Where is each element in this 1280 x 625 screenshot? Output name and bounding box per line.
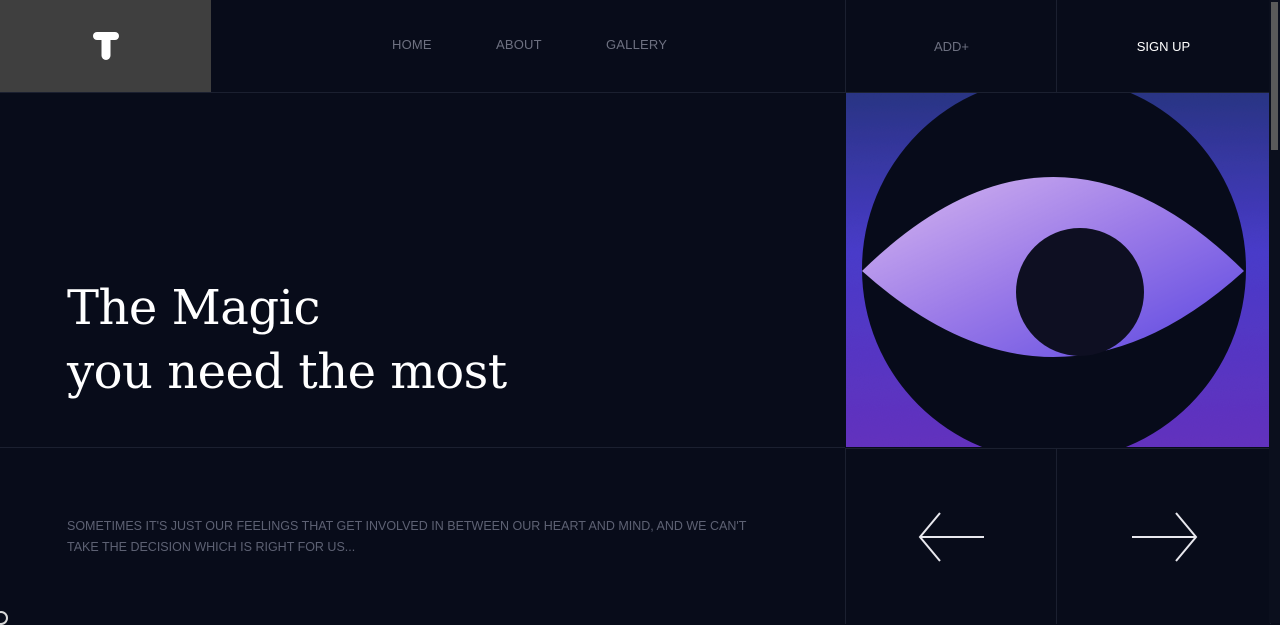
previous-button[interactable] <box>845 448 1057 624</box>
nav-link-about[interactable]: ABOUT <box>496 37 542 52</box>
description-text: SOMETIMES IT'S JUST OUR FEELINGS THAT GE… <box>67 519 747 554</box>
add-button[interactable]: ADD+ <box>845 0 1057 92</box>
main-nav: HOME ABOUT GALLERY <box>212 0 845 92</box>
eye-illustration <box>846 93 1269 447</box>
scrollbar[interactable] <box>1269 0 1280 623</box>
arrow-right-icon <box>1131 511 1197 562</box>
hero-section: The Magic you need the most <box>0 92 845 448</box>
hero-title-line-2: you need the most <box>67 344 507 400</box>
nav-link-gallery[interactable]: GALLERY <box>606 37 667 52</box>
logo[interactable] <box>0 0 211 92</box>
site-header: HOME ABOUT GALLERY ADD+ SIGN UP <box>0 0 1269 93</box>
arrow-left-icon <box>918 511 984 562</box>
hero-title-line-1: The Magic <box>67 280 320 336</box>
description-section: SOMETIMES IT'S JUST OUR FEELINGS THAT GE… <box>0 448 845 623</box>
hero-title: The Magic you need the most <box>67 276 507 404</box>
next-button[interactable] <box>1056 448 1271 624</box>
nav-link-home[interactable]: HOME <box>392 37 432 52</box>
t-logo-icon <box>92 32 119 60</box>
scrollbar-thumb[interactable] <box>1271 2 1278 150</box>
sign-up-button[interactable]: SIGN UP <box>1056 0 1270 92</box>
